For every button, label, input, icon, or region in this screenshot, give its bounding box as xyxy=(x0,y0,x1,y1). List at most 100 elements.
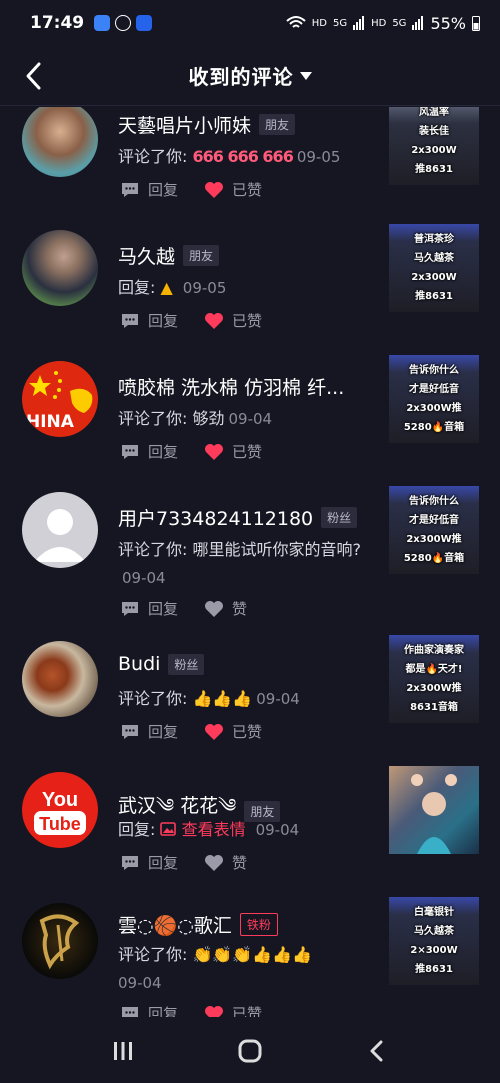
reply-button[interactable]: 回复 xyxy=(120,852,178,873)
list-item[interactable]: 天藝唱片小师妹 朋友 评论了你: 666 666 666 09-05 回复 已赞 … xyxy=(0,107,500,207)
relation-badge: 粉丝 xyxy=(321,507,358,528)
list-item[interactable]: 用户7334824112180 粉丝 评论了你: 哪里能试听你家的音响?09-0… xyxy=(0,484,500,624)
user-name[interactable]: 雲◌🏀◌歌汇 xyxy=(118,911,232,938)
comment-date: 09-04 xyxy=(228,410,273,428)
like-button[interactable]: 已赞 xyxy=(204,310,262,331)
list-item[interactable]: Budi 粉丝 评论了你: 👍👍👍 09-04 回复 已赞 作曲家演奏家 都是🔥天… xyxy=(0,633,500,753)
default-avatar-icon xyxy=(34,509,86,562)
image-icon xyxy=(160,822,177,836)
avatar[interactable] xyxy=(22,641,98,717)
comment-bubble-icon xyxy=(122,313,138,328)
video-thumbnail[interactable]: 普洱茶珍 马久越茶 2x300W 推8631 xyxy=(389,224,479,312)
comment-text: 回复: 查看表情 09-04 xyxy=(118,820,300,839)
avatar[interactable] xyxy=(22,492,98,568)
user-name[interactable]: 马久越 xyxy=(118,242,175,269)
relation-badge: 粉丝 xyxy=(168,653,205,675)
comment-list[interactable]: 天藝唱片小师妹 朋友 评论了你: 666 666 666 09-05 回复 已赞 … xyxy=(0,107,500,1017)
video-thumbnail[interactable]: 告诉你什么 才是好低音 2x300W推 5280🔥音箱 xyxy=(389,355,479,443)
comment-date: 09-04 xyxy=(256,690,300,708)
user-name[interactable]: 喷胶棉 洗水棉 仿羽棉 纤... xyxy=(118,373,344,400)
video-thumbnail[interactable]: 风温率 装长佳 2x300W 推8631 xyxy=(389,107,479,185)
chevron-down-icon[interactable] xyxy=(299,71,312,80)
avatar[interactable] xyxy=(22,903,98,979)
reply-button[interactable]: 回复 xyxy=(120,598,178,619)
comment-date: 09-04 xyxy=(118,974,162,992)
comment-bubble-icon xyxy=(122,444,138,459)
like-button[interactable]: 赞 xyxy=(204,598,247,619)
user-name[interactable]: Budi xyxy=(118,653,160,675)
list-item[interactable]: You Tube 武汉༄ 花花༄ 朋友 回复: 查看表情 09-04 回复 赞 xyxy=(0,764,500,884)
like-button[interactable]: 已赞 xyxy=(204,441,262,462)
page-header: 收到的评论 xyxy=(0,46,500,106)
chevron-left-icon xyxy=(26,62,41,90)
battery-level: 55% xyxy=(430,13,466,33)
home-icon[interactable] xyxy=(237,1038,263,1064)
comment-date: 09-04 xyxy=(255,821,300,839)
svg-text:You: You xyxy=(42,789,78,811)
page-title[interactable]: 收到的评论 xyxy=(189,61,294,90)
calligraphy-logo-icon xyxy=(39,914,80,970)
status-bar: 17:49 HD 5G HD 5G 55% xyxy=(0,0,500,46)
system-nav-bar xyxy=(0,1018,500,1083)
emoji-666: 666 666 666 xyxy=(192,147,293,166)
heart-icon xyxy=(205,443,224,460)
comment-date: 09-05 xyxy=(182,279,227,297)
signal-label-1: HD xyxy=(311,17,327,29)
list-item[interactable]: HINA 喷胶棉 洗水棉 仿羽棉 纤... 评论了你: 够劲 09-04 回复 已… xyxy=(0,353,500,473)
like-button[interactable]: 已赞 xyxy=(204,721,262,742)
like-button[interactable]: 已赞 xyxy=(204,1003,262,1017)
video-thumbnail[interactable] xyxy=(389,766,479,854)
avatar[interactable]: HINA xyxy=(22,361,98,437)
reply-button[interactable]: 回复 xyxy=(120,1003,178,1017)
reply-button[interactable]: 回复 xyxy=(120,179,178,200)
back-nav-icon[interactable] xyxy=(365,1039,389,1063)
comment-date: 09-04 xyxy=(122,569,166,587)
avatar-text: HINA xyxy=(26,412,75,432)
avatar[interactable] xyxy=(22,230,98,306)
video-thumbnail[interactable]: 白毫银针 马久越茶 2×300W 推8631 xyxy=(389,897,479,985)
avatar[interactable]: You Tube xyxy=(22,772,98,848)
shield-notification-icon xyxy=(136,15,153,31)
clap-thumbs-emoji: 👏👏👏👍👍👍 xyxy=(192,945,313,964)
view-sticker-link[interactable]: 查看表情 xyxy=(182,820,246,839)
heart-icon xyxy=(205,723,224,740)
avatar[interactable] xyxy=(22,107,98,177)
list-item[interactable]: 马久越 朋友 回复: ▲ 09-05 回复 已赞 普洱茶珍 马久越茶 2x300W… xyxy=(0,222,500,342)
heart-icon xyxy=(205,312,224,329)
relation-badge: 朋友 xyxy=(259,114,296,135)
comment-text: 回复: ▲ 09-05 xyxy=(118,278,227,297)
recent-apps-icon[interactable] xyxy=(111,1039,135,1063)
heart-icon xyxy=(205,1005,224,1017)
comment-bubble-icon xyxy=(122,1006,138,1017)
comment-text: 评论了你: 666 666 666 09-05 xyxy=(118,147,341,166)
wifi-icon xyxy=(286,16,306,28)
status-time: 17:49 xyxy=(30,13,85,33)
user-name[interactable]: 用户7334824112180 xyxy=(118,504,313,531)
comment-text: 评论了你: 哪里能试听你家的音响?09-04 xyxy=(118,540,361,587)
signal-label-2: 5G xyxy=(332,17,348,29)
flag-stars-icon: HINA xyxy=(26,371,93,432)
heart-icon xyxy=(205,181,224,198)
reply-button[interactable]: 回复 xyxy=(120,310,178,331)
video-thumbnail[interactable]: 告诉你什么 才是好低音 2x300W推 5280🔥音箱 xyxy=(389,486,479,574)
comment-bubble-icon xyxy=(122,855,138,870)
comment-text: 评论了你: 👏👏👏👍👍👍 09-04 xyxy=(118,945,313,992)
status-right: HD 5G HD 5G 55% xyxy=(286,14,480,33)
like-button[interactable]: 赞 xyxy=(204,852,247,873)
video-thumbnail[interactable]: 作曲家演奏家 都是🔥天才! 2x300W推 8631音箱 xyxy=(389,635,479,723)
user-name[interactable]: 天藝唱片小师妹 xyxy=(118,111,251,138)
comment-bubble-icon xyxy=(122,724,138,739)
heart-outline-icon xyxy=(205,600,224,617)
signal-label-4: 5G xyxy=(392,17,407,29)
svg-text:Tube: Tube xyxy=(39,814,81,834)
reply-button[interactable]: 回复 xyxy=(120,721,178,742)
signal-bars-icon xyxy=(412,16,424,30)
list-item[interactable]: 雲◌🏀◌歌汇 铁粉 评论了你: 👏👏👏👍👍👍 09-04 回复 已赞 白毫银针 马… xyxy=(0,895,500,1017)
back-button[interactable] xyxy=(20,58,50,94)
like-button[interactable]: 已赞 xyxy=(204,179,262,200)
relation-badge: 朋友 xyxy=(183,245,220,266)
comment-text: 评论了你: 够劲 09-04 xyxy=(118,409,273,428)
app-notification-icon xyxy=(94,15,111,31)
reply-button[interactable]: 回复 xyxy=(120,441,178,462)
comment-bubble-icon xyxy=(122,601,138,616)
